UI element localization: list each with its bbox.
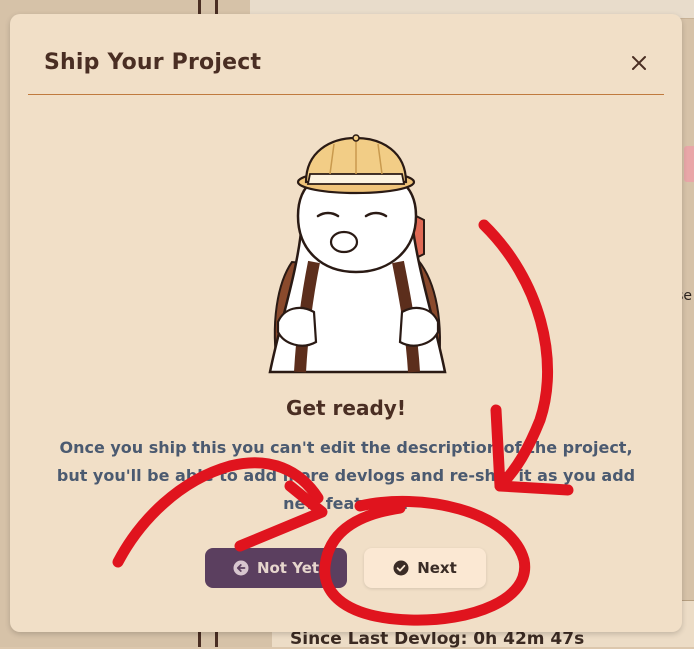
arrow-left-circle-icon	[233, 560, 249, 576]
since-last-devlog-text: Since Last Devlog: 0h 42m 47s	[290, 629, 585, 649]
not-yet-label: Not Yet	[256, 559, 320, 577]
next-button[interactable]: Next	[364, 548, 486, 588]
title-divider	[28, 94, 664, 95]
explorer-mascot-illustration	[268, 134, 447, 374]
get-ready-heading: Get ready!	[286, 396, 406, 420]
modal-title: Ship Your Project	[44, 50, 262, 75]
not-yet-button[interactable]: Not Yet	[205, 548, 347, 588]
next-label: Next	[417, 559, 457, 577]
check-circle-icon	[393, 560, 409, 576]
ship-project-modal: Ship Your Project Get ready! Once you sh…	[10, 14, 682, 632]
close-icon	[632, 56, 646, 70]
background-badge	[684, 146, 694, 182]
close-button[interactable]	[626, 50, 652, 76]
ship-description: Once you ship this you can't edit the de…	[56, 438, 636, 513]
